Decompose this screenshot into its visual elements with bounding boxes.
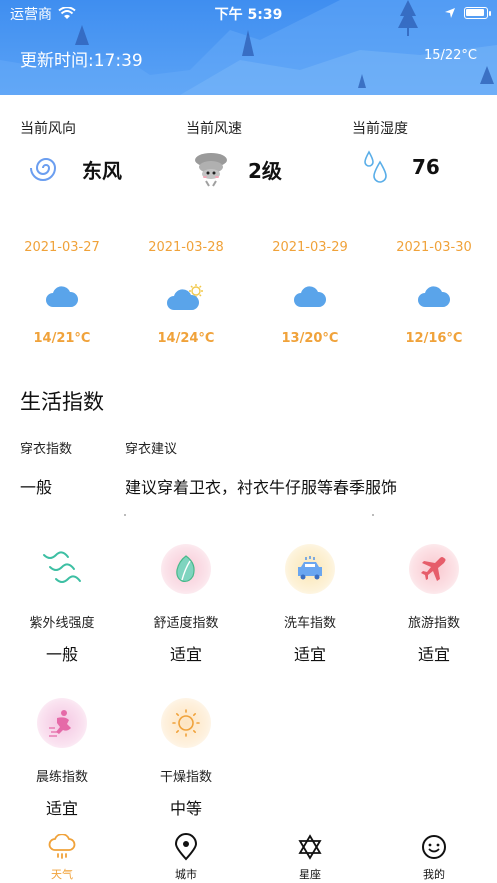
wind-direction-label: 当前风向: [20, 121, 76, 137]
index-dryness[interactable]: 干燥指数 中等: [124, 698, 248, 819]
water-drops-icon: [364, 150, 387, 183]
index-value: 适宜: [417, 645, 450, 664]
index-car-wash[interactable]: 洗车指数 适宜: [248, 544, 372, 665]
star-of-david-icon: [248, 834, 372, 860]
tab-bar: 天气 城市 星座 我的: [0, 828, 497, 883]
forecast-temp: 13/20°C: [281, 331, 339, 346]
dress-advice-text: 建议穿着卫衣，衬衣牛仔服等春季服饰: [125, 478, 398, 497]
index-value: 中等: [169, 799, 202, 818]
battery-tip: [489, 11, 491, 16]
update-time: 更新时间:17:39: [20, 51, 143, 71]
humidity-value: 76: [412, 155, 440, 179]
index-travel[interactable]: 旅游指数 适宜: [372, 544, 496, 665]
today-temp-range: 15/22°C: [423, 48, 477, 63]
index-name: 旅游指数: [407, 616, 460, 631]
wind-speed-label: 当前风速: [186, 121, 242, 137]
forecast-date: 2021-03-29: [272, 240, 348, 255]
dress-index-value: 一般: [20, 478, 53, 497]
tab-label: 星座: [299, 868, 321, 881]
tab-label: 城市: [175, 868, 197, 881]
cloud-icon: [248, 277, 372, 317]
tab-mine[interactable]: 我的: [372, 834, 496, 882]
index-value: 一般: [45, 645, 78, 664]
humidity-label: 当前湿度: [352, 121, 408, 137]
partly-sunny-icon: [124, 277, 248, 317]
airplane-icon: [409, 544, 459, 594]
divider-dot: [124, 514, 126, 516]
forecast-temp: 12/16°C: [405, 331, 463, 346]
index-name: 紫外线强度: [29, 616, 95, 631]
status-time: 下午 5:39: [214, 7, 283, 23]
location-pin-icon: [124, 833, 248, 861]
divider-dot: [372, 514, 374, 516]
life-index-title: 生活指数: [20, 390, 104, 414]
index-comfort[interactable]: 舒适度指数 适宜: [124, 544, 248, 665]
index-name: 洗车指数: [283, 616, 336, 631]
forecast-temp: 14/21°C: [33, 331, 91, 346]
uv-wave-icon: [37, 544, 87, 594]
wind-swirl-icon: [30, 158, 57, 181]
cloud-rain-icon: [0, 834, 124, 860]
index-name: 晨练指数: [35, 770, 88, 785]
dress-advice-label: 穿衣建议: [125, 442, 178, 457]
forecast-day-1: 2021-03-27 14/21°C: [0, 240, 124, 346]
tab-city[interactable]: 城市: [124, 833, 248, 882]
tornado-icon: [195, 153, 227, 187]
sun-icon: [161, 698, 211, 748]
forecast-day-4: 2021-03-30 12/16°C: [372, 240, 496, 346]
forecast-day-3: 2021-03-29 13/20°C: [248, 240, 372, 346]
car-icon: [285, 544, 335, 594]
index-name: 干燥指数: [159, 770, 212, 785]
forecast-date: 2021-03-27: [24, 240, 100, 255]
cloud-icon: [372, 277, 496, 317]
tab-label: 我的: [423, 868, 445, 881]
exercise-icon: [37, 698, 87, 748]
tab-label: 天气: [51, 868, 73, 881]
index-value: 适宜: [169, 645, 202, 664]
status-bar: 运营商 下午 5:39: [0, 4, 497, 24]
smiley-icon: [372, 834, 496, 860]
forecast-day-2: 2021-03-28 14/24°C: [124, 240, 248, 346]
forecast-temp: 14/24°C: [157, 331, 215, 346]
wind-direction-value: 东风: [82, 159, 122, 183]
forecast-date: 2021-03-30: [396, 240, 472, 255]
dress-index-label: 穿衣指数: [20, 442, 73, 457]
leaf-icon: [161, 544, 211, 594]
index-morning-exercise[interactable]: 晨练指数 适宜: [0, 698, 124, 819]
index-name: 舒适度指数: [153, 616, 219, 631]
location-arrow-icon: [445, 8, 455, 18]
index-value: 适宜: [293, 645, 326, 664]
battery-icon: [464, 7, 488, 19]
cloud-icon: [0, 277, 124, 317]
header: 运营商 下午 5:39 更新时间:17:39 15/22°C: [0, 0, 497, 95]
tab-horoscope[interactable]: 星座: [248, 834, 372, 882]
tab-weather[interactable]: 天气: [0, 834, 124, 882]
index-value: 适宜: [45, 799, 78, 818]
wind-speed-value: 2级: [248, 159, 282, 183]
forecast-date: 2021-03-28: [148, 240, 224, 255]
index-uv[interactable]: 紫外线强度 一般: [0, 544, 124, 665]
